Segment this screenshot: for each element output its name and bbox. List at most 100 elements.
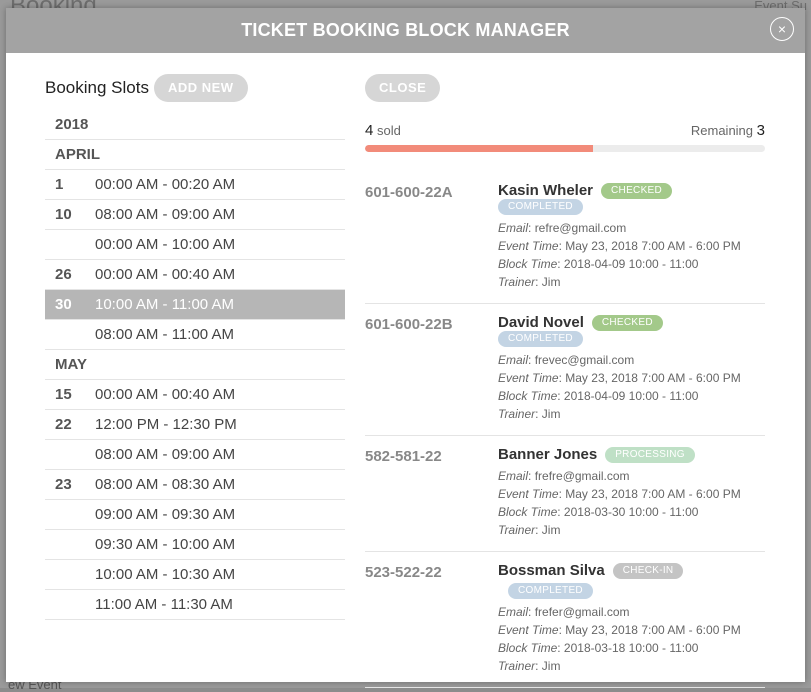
slot-row[interactable]: 1 00:00 AM - 00:20 AM — [45, 170, 345, 200]
detail-separator: : — [528, 221, 535, 235]
slot-row[interactable]: 30 10:00 AM - 11:00 AM — [45, 290, 345, 320]
detail-block-time: Block Time: 2018-03-18 10:00 - 11:00 — [498, 639, 765, 657]
ticket-list: 601-600-22A Kasin Wheler CHECKED COMPLETED E… — [365, 172, 765, 688]
slot-row[interactable]: 09:00 AM - 09:30 AM — [45, 500, 345, 530]
detail-value: 2018-04-09 10:00 - 11:00 — [563, 389, 699, 403]
detail-separator: : — [557, 641, 564, 655]
detail-label: Trainer — [498, 275, 536, 289]
detail-trainer: Trainer: Jim — [498, 657, 765, 675]
slot-row[interactable]: 22 12:00 PM - 12:30 PM — [45, 410, 345, 440]
detail-label: Event Time — [498, 239, 559, 253]
detail-label: Event Time — [498, 371, 559, 385]
slot-row[interactable]: 00:00 AM - 10:00 AM — [45, 230, 345, 260]
slot-row[interactable]: 15 00:00 AM - 00:40 AM — [45, 380, 345, 410]
detail-value: Jim — [541, 407, 561, 421]
slot-row[interactable]: 08:00 AM - 09:00 AM — [45, 440, 345, 470]
status-badge: COMPLETED — [498, 199, 583, 215]
slot-time: 00:00 AM - 00:40 AM — [95, 266, 236, 283]
detail-label: Email — [498, 221, 529, 235]
slot-time: 12:00 PM - 12:30 PM — [95, 416, 237, 433]
slot-day: 1 — [55, 176, 64, 193]
detail-value: Jim — [541, 659, 561, 673]
slot-row[interactable]: 23 08:00 AM - 08:30 AM — [45, 470, 345, 500]
slot-day: 10 — [55, 206, 72, 223]
close-button[interactable]: CLOSE — [365, 74, 441, 102]
attendee-name: Bossman Silva — [498, 562, 605, 579]
add-new-button[interactable]: ADD NEW — [153, 74, 248, 102]
detail-label: Event Time — [498, 487, 559, 501]
ticket-id: 601-600-22A — [365, 184, 453, 201]
slot-row[interactable]: 11:00 AM - 11:30 AM — [45, 590, 345, 620]
slot-row[interactable]: 26 00:00 AM - 00:40 AM — [45, 260, 345, 290]
detail-value: Jim — [541, 523, 561, 537]
detail-label: Block Time — [498, 257, 558, 271]
slot-group-header: APRIL — [45, 140, 345, 170]
modal-header: TICKET BOOKING BLOCK MANAGER × — [6, 8, 805, 53]
detail-block-time: Block Time: 2018-04-09 10:00 - 11:00 — [498, 255, 765, 273]
detail-event-time: Event Time: May 23, 2018 7:00 AM - 6:00 … — [498, 369, 765, 387]
detail-email: Email: frefer@gmail.com — [498, 603, 765, 621]
slot-time: 08:00 AM - 09:00 AM — [95, 206, 236, 223]
ticket-item: 582-581-22 Banner Jones PROCESSING Email: f… — [365, 436, 765, 552]
slot-time: 00:00 AM - 10:00 AM — [95, 236, 236, 253]
slot-time: 08:00 AM - 08:30 AM — [95, 476, 236, 493]
slot-time: 09:30 AM - 10:00 AM — [95, 536, 236, 553]
detail-label: Block Time — [498, 641, 558, 655]
slot-time: 00:00 AM - 00:20 AM — [95, 176, 236, 193]
slot-day: 30 — [55, 296, 72, 313]
detail-value: frefer@gmail.com — [534, 605, 630, 619]
detail-value: May 23, 2018 7:00 AM - 6:00 PM — [565, 371, 741, 385]
detail-value: refre@gmail.com — [534, 221, 627, 235]
slot-row[interactable]: 10:00 AM - 10:30 AM — [45, 560, 345, 590]
ticket-item: 601-600-22B David Novel CHECKED COMPLETED Em… — [365, 304, 765, 436]
ticket-id: 582-581-22 — [365, 448, 442, 465]
slot-time: 11:00 AM - 11:30 AM — [95, 596, 233, 613]
booking-slots-panel: Booking Slots ADD NEW 2018 APRIL 1 00:00 AM… — [45, 72, 345, 620]
slot-row[interactable]: 10 08:00 AM - 09:00 AM — [45, 200, 345, 230]
ticket-details: Email: refre@gmail.com Event Time: May 23… — [498, 219, 765, 291]
attendee-name: Banner Jones — [498, 446, 598, 463]
detail-value: frevec@gmail.com — [534, 353, 635, 367]
slot-time: 08:00 AM - 09:00 AM — [95, 446, 236, 463]
slot-group-header: 2018 — [45, 110, 345, 140]
detail-block-time: Block Time: 2018-04-09 10:00 - 11:00 — [498, 387, 765, 405]
detail-value: 2018-04-09 10:00 - 11:00 — [563, 257, 699, 271]
slot-row[interactable]: 09:30 AM - 10:00 AM — [45, 530, 345, 560]
detail-separator: : — [528, 469, 535, 483]
detail-event-time: Event Time: May 23, 2018 7:00 AM - 6:00 … — [498, 621, 765, 639]
sold-progress-fill — [365, 145, 593, 152]
remaining-info: Remaining 3 — [691, 122, 765, 139]
detail-label: Event Time — [498, 623, 559, 637]
attendee-name: Kasin Wheler — [498, 182, 594, 199]
ticket-id: 601-600-22B — [365, 316, 453, 333]
detail-separator: : — [557, 389, 564, 403]
booking-slots-header: Booking Slots ADD NEW — [45, 72, 345, 104]
detail-separator: : — [535, 659, 542, 673]
detail-trainer: Trainer: Jim — [498, 521, 765, 539]
ticket-name-row: David Novel CHECKED COMPLETED — [498, 314, 765, 347]
ticket-details: Email: frevec@gmail.com Event Time: May 2… — [498, 351, 765, 423]
detail-email: Email: frefre@gmail.com — [498, 467, 765, 485]
slot-row[interactable]: 08:00 AM - 11:00 AM — [45, 320, 345, 350]
slot-time: 10:00 AM - 11:00 AM — [95, 296, 234, 313]
ticket-name-row: Bossman Silva CHECK-IN COMPLETED — [498, 562, 765, 599]
detail-value: May 23, 2018 7:00 AM - 6:00 PM — [565, 623, 741, 637]
ticket-details: Email: frefer@gmail.com Event Time: May 2… — [498, 603, 765, 675]
sold-progress-bar — [365, 145, 765, 152]
status-badge: COMPLETED — [508, 583, 593, 599]
detail-label: Trainer — [498, 407, 536, 421]
detail-separator: : — [535, 275, 542, 289]
remaining-label: Remaining — [690, 123, 754, 138]
detail-event-time: Event Time: May 23, 2018 7:00 AM - 6:00 … — [498, 485, 765, 503]
detail-label: Trainer — [498, 523, 536, 537]
close-icon[interactable]: × — [770, 17, 794, 41]
detail-label: Block Time — [498, 505, 558, 519]
detail-event-time: Event Time: May 23, 2018 7:00 AM - 6:00 … — [498, 237, 765, 255]
slot-time: 08:00 AM - 11:00 AM — [95, 326, 234, 343]
detail-block-time: Block Time: 2018-03-30 10:00 - 11:00 — [498, 503, 765, 521]
status-badge: CHECKED — [591, 314, 663, 331]
slot-day: 26 — [55, 266, 72, 283]
slot-group-header: MAY — [45, 350, 345, 380]
slot-time: 10:00 AM - 10:30 AM — [95, 566, 236, 583]
booking-slots-title: Booking Slots — [45, 78, 149, 97]
